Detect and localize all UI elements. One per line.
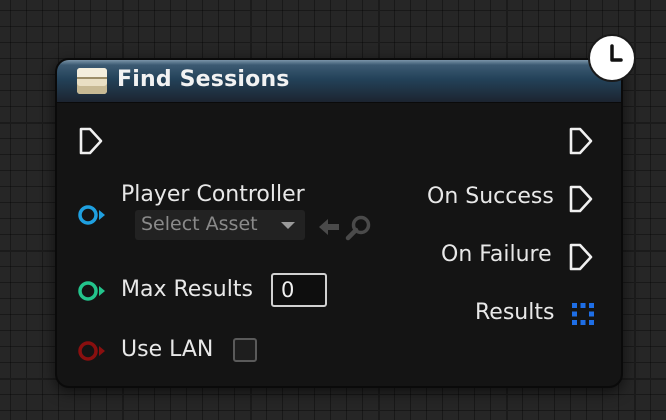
- select-asset-dropdown[interactable]: Select Asset: [135, 210, 305, 240]
- node-title: Find Sessions: [117, 67, 290, 92]
- use-lan-checkbox[interactable]: [233, 338, 257, 362]
- node-function-icon: [77, 68, 107, 94]
- node-header[interactable]: Find Sessions: [57, 60, 621, 103]
- results-label: Results: [475, 300, 555, 325]
- arrow-left-icon[interactable]: [317, 217, 341, 241]
- on-success-label: On Success: [427, 184, 554, 209]
- search-icon[interactable]: [345, 214, 373, 246]
- max-results-label: Max Results: [121, 277, 253, 302]
- results-array-pin[interactable]: [571, 302, 595, 326]
- on-success-pin[interactable]: [568, 184, 594, 214]
- on-failure-pin[interactable]: [568, 242, 594, 272]
- max-results-input[interactable]: 0: [271, 273, 327, 307]
- on-failure-label: On Failure: [441, 242, 552, 267]
- select-asset-label: Select Asset: [141, 213, 258, 235]
- exec-input-pin[interactable]: [78, 126, 104, 156]
- use-lan-label: Use LAN: [121, 337, 214, 362]
- clock-icon: [588, 34, 636, 82]
- player-controller-label: Player Controller: [121, 182, 305, 207]
- chevron-down-icon: [281, 222, 295, 229]
- player-controller-pin[interactable]: [77, 203, 107, 227]
- exec-output-pin[interactable]: [568, 126, 594, 156]
- max-results-pin[interactable]: [77, 279, 107, 303]
- use-lan-pin[interactable]: [77, 339, 107, 363]
